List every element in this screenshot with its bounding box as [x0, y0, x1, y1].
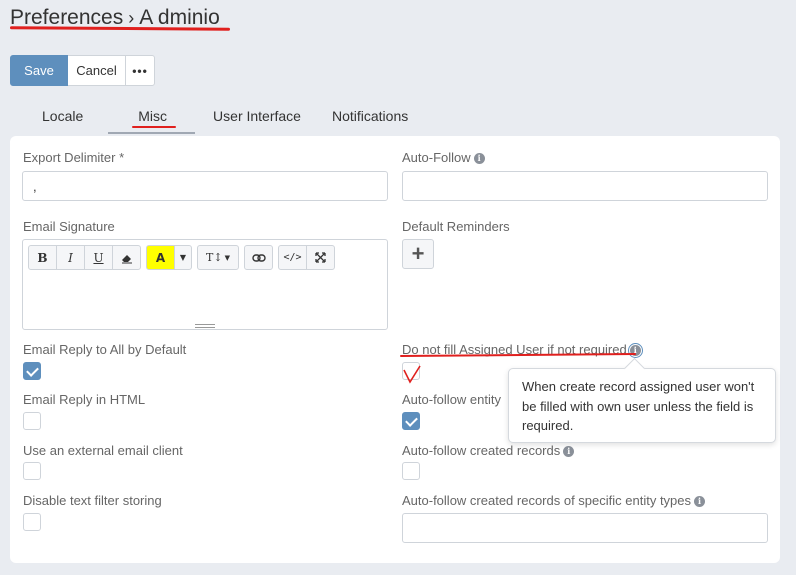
more-actions-button[interactable]: •••: [125, 55, 155, 86]
auto-follow-label: Auto-Follow i: [402, 150, 485, 165]
color-dropdown-button[interactable]: ▼: [174, 245, 192, 270]
tab-notifications[interactable]: Notifications: [332, 108, 408, 134]
tab-user-interface[interactable]: User Interface: [213, 108, 301, 134]
email-signature-editor[interactable]: B I U A ▼ T↕ ▼ </>: [22, 239, 388, 330]
link-icon: [251, 253, 266, 262]
bold-button[interactable]: B: [28, 245, 57, 270]
link-group: [244, 245, 273, 270]
caret-down-icon: ▼: [224, 253, 230, 262]
tooltip-text: When create record assigned user won't b…: [522, 379, 755, 433]
email-signature-label: Email Signature: [23, 219, 115, 234]
email-reply-html-checkbox[interactable]: [23, 412, 41, 430]
eraser-button[interactable]: [112, 245, 141, 270]
preferences-panel: Export Delimiter * , Auto-Follow i Email …: [10, 136, 780, 563]
auto-follow-created-checkbox[interactable]: [402, 462, 420, 480]
external-email-label: Use an external email client: [23, 443, 183, 458]
email-reply-html-label: Email Reply in HTML: [23, 392, 146, 407]
editor-toolbar: B I U A ▼ T↕ ▼ </>: [28, 245, 340, 270]
tab-bar: Locale Misc User Interface Notifications: [22, 108, 408, 134]
editor-resize-handle[interactable]: [195, 324, 215, 328]
underline-button[interactable]: U: [84, 245, 113, 270]
auto-follow-specific-label-text: Auto-follow created records of specific …: [402, 493, 692, 508]
auto-follow-entity-label: Auto-follow entity: [402, 392, 501, 407]
auto-follow-specific-label: Auto-follow created records of specific …: [402, 493, 706, 508]
breadcrumb-user: A dminio: [139, 6, 220, 29]
info-icon[interactable]: i: [563, 446, 575, 457]
tab-misc[interactable]: Misc: [108, 108, 195, 134]
disable-text-filter-label: Disable text filter storing: [23, 493, 162, 508]
tab-locale[interactable]: Locale: [42, 108, 83, 134]
annotation-checkmark-icon: [403, 365, 421, 384]
email-reply-all-checkbox[interactable]: [23, 362, 41, 380]
auto-follow-specific-input[interactable]: [402, 513, 768, 543]
auto-follow-input[interactable]: [402, 171, 768, 201]
cancel-button[interactable]: Cancel: [68, 55, 126, 86]
code-group: </>: [278, 245, 335, 270]
export-delimiter-input[interactable]: ,: [22, 171, 388, 201]
code-icon: </>: [283, 252, 302, 263]
fullscreen-button[interactable]: [306, 245, 335, 270]
auto-follow-entity-checkbox[interactable]: [402, 412, 420, 430]
font-color-button[interactable]: A: [146, 245, 175, 270]
save-button[interactable]: Save: [10, 55, 68, 86]
breadcrumb-separator: ›: [128, 8, 135, 28]
annotation-underline-title: [9, 26, 231, 31]
disable-text-filter-checkbox[interactable]: [23, 513, 41, 531]
info-icon[interactable]: i: [473, 153, 485, 164]
auto-follow-created-label-text: Auto-follow created records: [402, 443, 561, 458]
expand-icon: [315, 252, 326, 263]
font-size-group: T↕ ▼: [197, 245, 239, 270]
action-toolbar: Save Cancel •••: [10, 55, 155, 86]
code-view-button[interactable]: </>: [278, 245, 307, 270]
default-reminders-label: Default Reminders: [402, 219, 510, 234]
export-delimiter-label: Export Delimiter *: [23, 150, 125, 165]
eraser-icon: [121, 254, 132, 263]
tooltip: When create record assigned user won't b…: [508, 368, 776, 443]
add-reminder-button[interactable]: +: [402, 239, 434, 269]
annotation-underline-misc: [132, 126, 176, 128]
font-size-label: T↕: [206, 251, 223, 264]
italic-button[interactable]: I: [56, 245, 85, 270]
auto-follow-created-label: Auto-follow created records i: [402, 443, 575, 458]
info-icon[interactable]: i: [694, 496, 706, 507]
format-group: B I U: [28, 245, 141, 270]
auto-follow-label-text: Auto-Follow: [402, 150, 471, 165]
caret-down-icon: ▼: [179, 253, 187, 262]
font-size-button[interactable]: T↕ ▼: [197, 245, 239, 270]
link-button[interactable]: [244, 245, 273, 270]
external-email-checkbox[interactable]: [23, 462, 41, 480]
color-group: A ▼: [146, 245, 192, 270]
email-reply-all-label: Email Reply to All by Default: [23, 342, 187, 357]
